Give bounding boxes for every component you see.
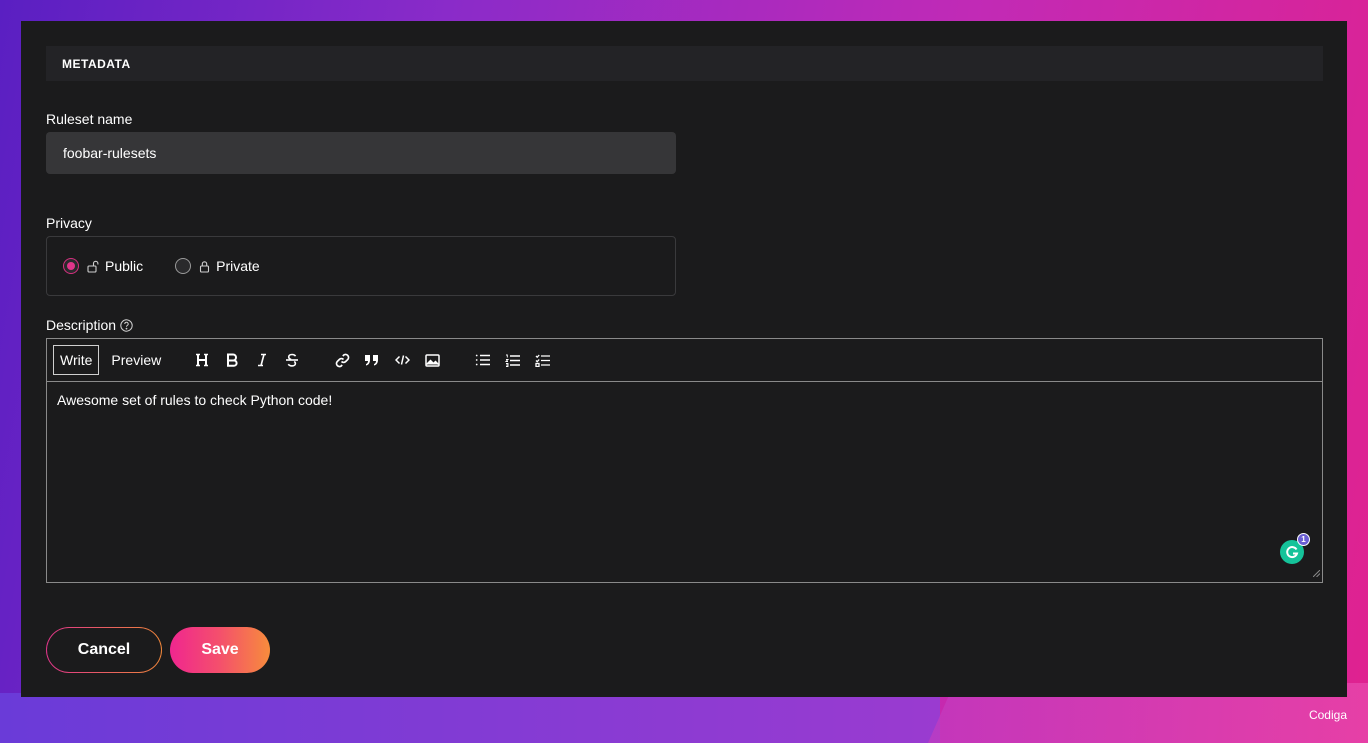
privacy-options: Public Private: [46, 236, 676, 296]
bold-icon[interactable]: [217, 345, 247, 375]
format-tools: [187, 345, 307, 375]
description-label-row: Description: [46, 317, 133, 333]
save-button[interactable]: Save: [170, 627, 270, 673]
bulleted-list-icon[interactable]: [467, 345, 497, 375]
editor-toolbar: Write Preview: [47, 339, 1322, 382]
code-icon[interactable]: [387, 345, 417, 375]
tab-write[interactable]: Write: [53, 345, 100, 375]
link-icon[interactable]: [327, 345, 357, 375]
privacy-private-label: Private: [216, 258, 260, 274]
tab-preview[interactable]: Preview: [105, 345, 167, 375]
background-decoration: [0, 693, 940, 743]
strikethrough-icon[interactable]: [277, 345, 307, 375]
numbered-list-icon[interactable]: [497, 345, 527, 375]
grammarly-icon[interactable]: 1: [1280, 533, 1310, 564]
description-textarea[interactable]: Awesome set of rules to check Python cod…: [47, 382, 1322, 582]
ruleset-name-label: Ruleset name: [46, 111, 133, 127]
image-icon[interactable]: [417, 345, 447, 375]
checklist-icon[interactable]: [527, 345, 557, 375]
unlock-icon: [87, 260, 99, 273]
help-icon[interactable]: [120, 319, 133, 332]
ruleset-name-input[interactable]: foobar-rulesets: [46, 132, 676, 174]
description-content: Awesome set of rules to check Python cod…: [57, 392, 333, 408]
list-tools: [467, 345, 557, 375]
ruleset-form-panel: METADATA Ruleset name foobar-rulesets Pr…: [21, 21, 1347, 697]
heading-icon[interactable]: [187, 345, 217, 375]
quote-icon[interactable]: [357, 345, 387, 375]
privacy-option-private[interactable]: Private: [175, 258, 260, 274]
ruleset-name-value: foobar-rulesets: [63, 145, 157, 161]
description-label: Description: [46, 317, 117, 333]
brand-label: Codiga: [1308, 708, 1347, 722]
privacy-option-public[interactable]: Public: [63, 258, 143, 274]
privacy-public-label: Public: [105, 258, 144, 274]
italic-icon[interactable]: [247, 345, 277, 375]
resize-handle-icon[interactable]: [1312, 564, 1321, 580]
privacy-label: Privacy: [46, 215, 92, 231]
radio-public[interactable]: [63, 258, 79, 274]
cancel-button[interactable]: Cancel: [46, 627, 162, 673]
lock-icon: [199, 260, 210, 273]
grammarly-count-badge: 1: [1297, 533, 1310, 546]
section-header-metadata: METADATA: [46, 46, 1323, 81]
markdown-editor: Write Preview Awesome set of rules to ch…: [46, 338, 1323, 583]
insert-tools: [327, 345, 447, 375]
radio-private[interactable]: [175, 258, 192, 274]
